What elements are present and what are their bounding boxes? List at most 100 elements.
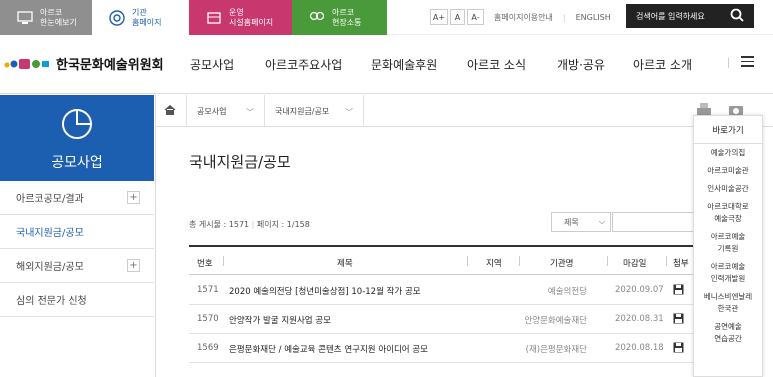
menu-icon[interactable]	[741, 56, 754, 67]
topbar-label: 운영	[229, 7, 244, 17]
site-guide-link[interactable]: 홈페이지이용안내	[494, 12, 553, 23]
quick-link-archive[interactable]: 아르코예술 기록원	[694, 228, 762, 258]
file-attachment-icon[interactable]	[673, 342, 684, 356]
row-no: 1571	[197, 285, 219, 295]
lnb-item-arko-contest[interactable]: 아르코공모/결과 +	[0, 181, 154, 215]
topbar-label: 현장소통	[332, 17, 362, 27]
utility-bar: 아르코 한눈에보기 기관 홈페이지 운영 시설홈페이지 아르코 현장소통 A+ A A-…	[0, 0, 773, 35]
quick-link-arko-museum[interactable]: 아르코미술관	[694, 162, 762, 180]
row-org: (재)은평문화재단	[525, 345, 587, 355]
col-attach: 첨부	[673, 259, 689, 269]
lnb-item-label: 국내지원금/공모	[16, 228, 84, 239]
topbar-label: 기관	[132, 7, 147, 17]
breadcrumb-label: 공모사업	[197, 106, 227, 116]
topbar-label: 아르코	[332, 7, 355, 17]
quick-menu: 바로가기 예술가의집 아르코미술관 인사미술공간 아르코대학로 예술극장 아르코…	[693, 115, 763, 377]
breadcrumb-level2[interactable]: 국내지원금/공모 ﹀	[264, 95, 364, 127]
row-date: 2020.08.31	[615, 314, 664, 324]
row-title[interactable]: 안양작가 발굴 지원사업 공모	[229, 314, 331, 326]
logo[interactable]: 한국문화예술위원회	[4, 54, 164, 73]
home-icon[interactable]	[164, 104, 178, 118]
lnb-item-overseas-grants[interactable]: 해외지원금/공모 +	[0, 249, 154, 283]
logo-text: 한국문화예술위원회	[56, 58, 164, 73]
font-normal-button[interactable]: A	[450, 9, 465, 25]
main-navigation: 한국문화예술위원회 공모사업 아르코주요사업 문화예술후원 아르코 소식 개방·…	[0, 36, 773, 94]
topbar-label: 시설홈페이지	[229, 17, 274, 27]
quick-link-venice-pavilion[interactable]: 베니스비엔날레 한국관	[694, 288, 762, 318]
table-header: 번호 제목 지역 기관명 마감일 첨부	[189, 245, 699, 275]
breadcrumb-label: 국내지원금/공모	[275, 106, 330, 116]
row-title[interactable]: 2020 예술의전당 [청년미술상점] 10-12월 작가 공모	[229, 285, 421, 297]
col-title: 제목	[337, 259, 353, 269]
topbar-label: 한눈에보기	[40, 17, 77, 27]
table-row[interactable]: 1569 은평문화재단 / 예술교육 콘텐츠 연구지원 아이디어 공모 (재)은…	[189, 334, 699, 363]
content-area: 공모사업 ﹀ 국내지원금/공모 ﹀ 국내지원금/공모 총 게시물 : 1571 | …	[155, 95, 773, 377]
page-info: 페이지 : 1/158	[256, 220, 310, 229]
quick-link-hr-institute[interactable]: 아르코예술 인력개발원	[694, 258, 762, 288]
quick-menu-title: 바로가기	[694, 116, 762, 144]
row-org: 안양문화예술재단	[524, 316, 587, 326]
nav-sponsorship[interactable]: 문화예술후원	[371, 56, 437, 73]
divider: |	[562, 12, 566, 22]
font-larger-button[interactable]: A+	[430, 9, 448, 25]
building-icon	[205, 10, 223, 26]
chevron-down-icon: ⌵	[598, 217, 605, 226]
row-title[interactable]: 은평문화재단 / 예술교육 콘텐츠 연구지원 아이디어 공모	[229, 343, 428, 355]
topbar-label: 아르코	[40, 7, 63, 17]
side-navigation: 공모사업 아르코공모/결과 + 국내지원금/공모 해외지원금/공모 + 심의 전문가…	[0, 95, 154, 377]
lnb-item-domestic-grants[interactable]: 국내지원금/공모	[0, 215, 154, 249]
quick-link-daehakro-theater[interactable]: 아르코대학로 예술극장	[694, 198, 762, 228]
quick-link-artist-house[interactable]: 예술가의집	[694, 144, 762, 162]
divider	[728, 58, 729, 68]
plus-icon[interactable]: +	[127, 259, 140, 272]
lnb-title: 공모사업	[51, 155, 103, 171]
table-row[interactable]: 1571 2020 예술의전당 [청년미술상점] 10-12월 작가 공모 예술…	[189, 276, 699, 305]
chevron-down-icon: ﹀	[345, 108, 353, 117]
quick-link-practice-space[interactable]: 공연예술 연습공간	[694, 318, 762, 348]
lnb-header: 공모사업	[0, 95, 154, 181]
breadcrumb-level1[interactable]: 공모사업 ﹀	[186, 95, 264, 127]
page-title: 국내지원금/공모	[189, 153, 291, 171]
english-link[interactable]: ENGLISH	[576, 13, 611, 22]
target-icon	[108, 9, 126, 26]
breadcrumb: 공모사업 ﹀ 국내지원금/공모 ﹀	[156, 95, 773, 127]
file-attachment-icon[interactable]	[673, 313, 684, 327]
lnb-item-label: 아르코공모/결과	[16, 194, 84, 205]
font-smaller-button[interactable]: A-	[467, 9, 484, 25]
row-date: 2020.08.18	[615, 343, 664, 353]
nav-main-projects[interactable]: 아르코주요사업	[265, 56, 342, 73]
facility-homepage-link[interactable]: 운영 시설홈페이지	[189, 0, 292, 35]
row-no: 1569	[197, 343, 219, 353]
quick-link-insa-space[interactable]: 인사미술공간	[694, 180, 762, 198]
col-deadline: 마감일	[623, 259, 647, 269]
nav-open-share[interactable]: 개방·공유	[557, 56, 605, 73]
nav-news[interactable]: 아르코 소식	[467, 56, 526, 73]
arko-overview-link[interactable]: 아르코 한눈에보기	[0, 0, 92, 35]
search-input[interactable]: 검색어를 입력하세요	[626, 4, 754, 28]
search-field-select[interactable]: 제목 ⌵	[551, 212, 611, 232]
col-no: 번호	[197, 259, 213, 269]
select-value: 제목	[564, 217, 579, 227]
people-icon	[308, 10, 326, 26]
search-placeholder: 검색어를 입력하세요	[636, 11, 705, 21]
topbar-label: 홈페이지	[132, 17, 162, 27]
search-icon[interactable]	[730, 8, 744, 24]
arko-logo-icon	[4, 58, 49, 69]
field-communication-link[interactable]: 아르코 현장소통	[292, 0, 387, 35]
lnb-item-label: 심의 전문가 신청	[16, 296, 87, 307]
monitor-icon	[16, 10, 34, 26]
total-count: 총 게시물 : 1571	[189, 220, 250, 229]
file-attachment-icon[interactable]	[673, 284, 684, 298]
agency-homepage-link[interactable]: 기관 홈페이지	[92, 0, 189, 35]
chevron-down-icon: ﹀	[246, 108, 254, 117]
table-row[interactable]: 1570 안양작가 발굴 지원사업 공모 안양문화예술재단 2020.08.31	[189, 305, 699, 334]
lnb-item-expert-application[interactable]: 심의 전문가 신청	[0, 283, 154, 317]
row-no: 1570	[197, 314, 219, 324]
lnb-item-label: 해외지원금/공모	[16, 262, 84, 273]
board-meta: 총 게시물 : 1571 | 페이지 : 1/158	[189, 220, 310, 229]
nav-contest[interactable]: 공모사업	[190, 56, 234, 73]
plus-icon[interactable]: +	[127, 191, 140, 204]
row-date: 2020.09.07	[615, 285, 664, 295]
nav-about[interactable]: 아르코 소개	[633, 56, 692, 73]
col-org: 기관명	[550, 259, 574, 269]
